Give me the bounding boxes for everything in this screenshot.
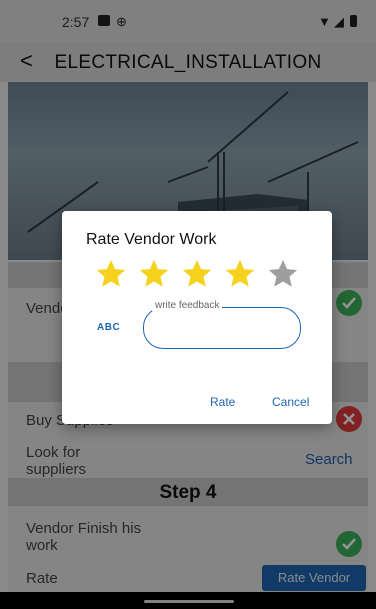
abc-icon: ABC [97,322,121,333]
star-filled-icon[interactable] [180,257,214,291]
feedback-field[interactable]: write feedback [143,300,301,349]
rate-vendor-dialog: Rate Vendor Work ABC write feedback Rate… [62,211,332,424]
rate-button[interactable]: Rate [210,395,235,409]
star-rating [94,257,304,291]
cancel-button[interactable]: Cancel [272,395,309,409]
star-filled-icon[interactable] [223,257,257,291]
star-filled-icon[interactable] [94,257,128,291]
star-filled-icon[interactable] [137,257,171,291]
feedback-placeholder: write feedback [152,300,223,311]
star-empty-icon[interactable] [266,257,300,291]
dialog-title: Rate Vendor Work [86,231,217,248]
